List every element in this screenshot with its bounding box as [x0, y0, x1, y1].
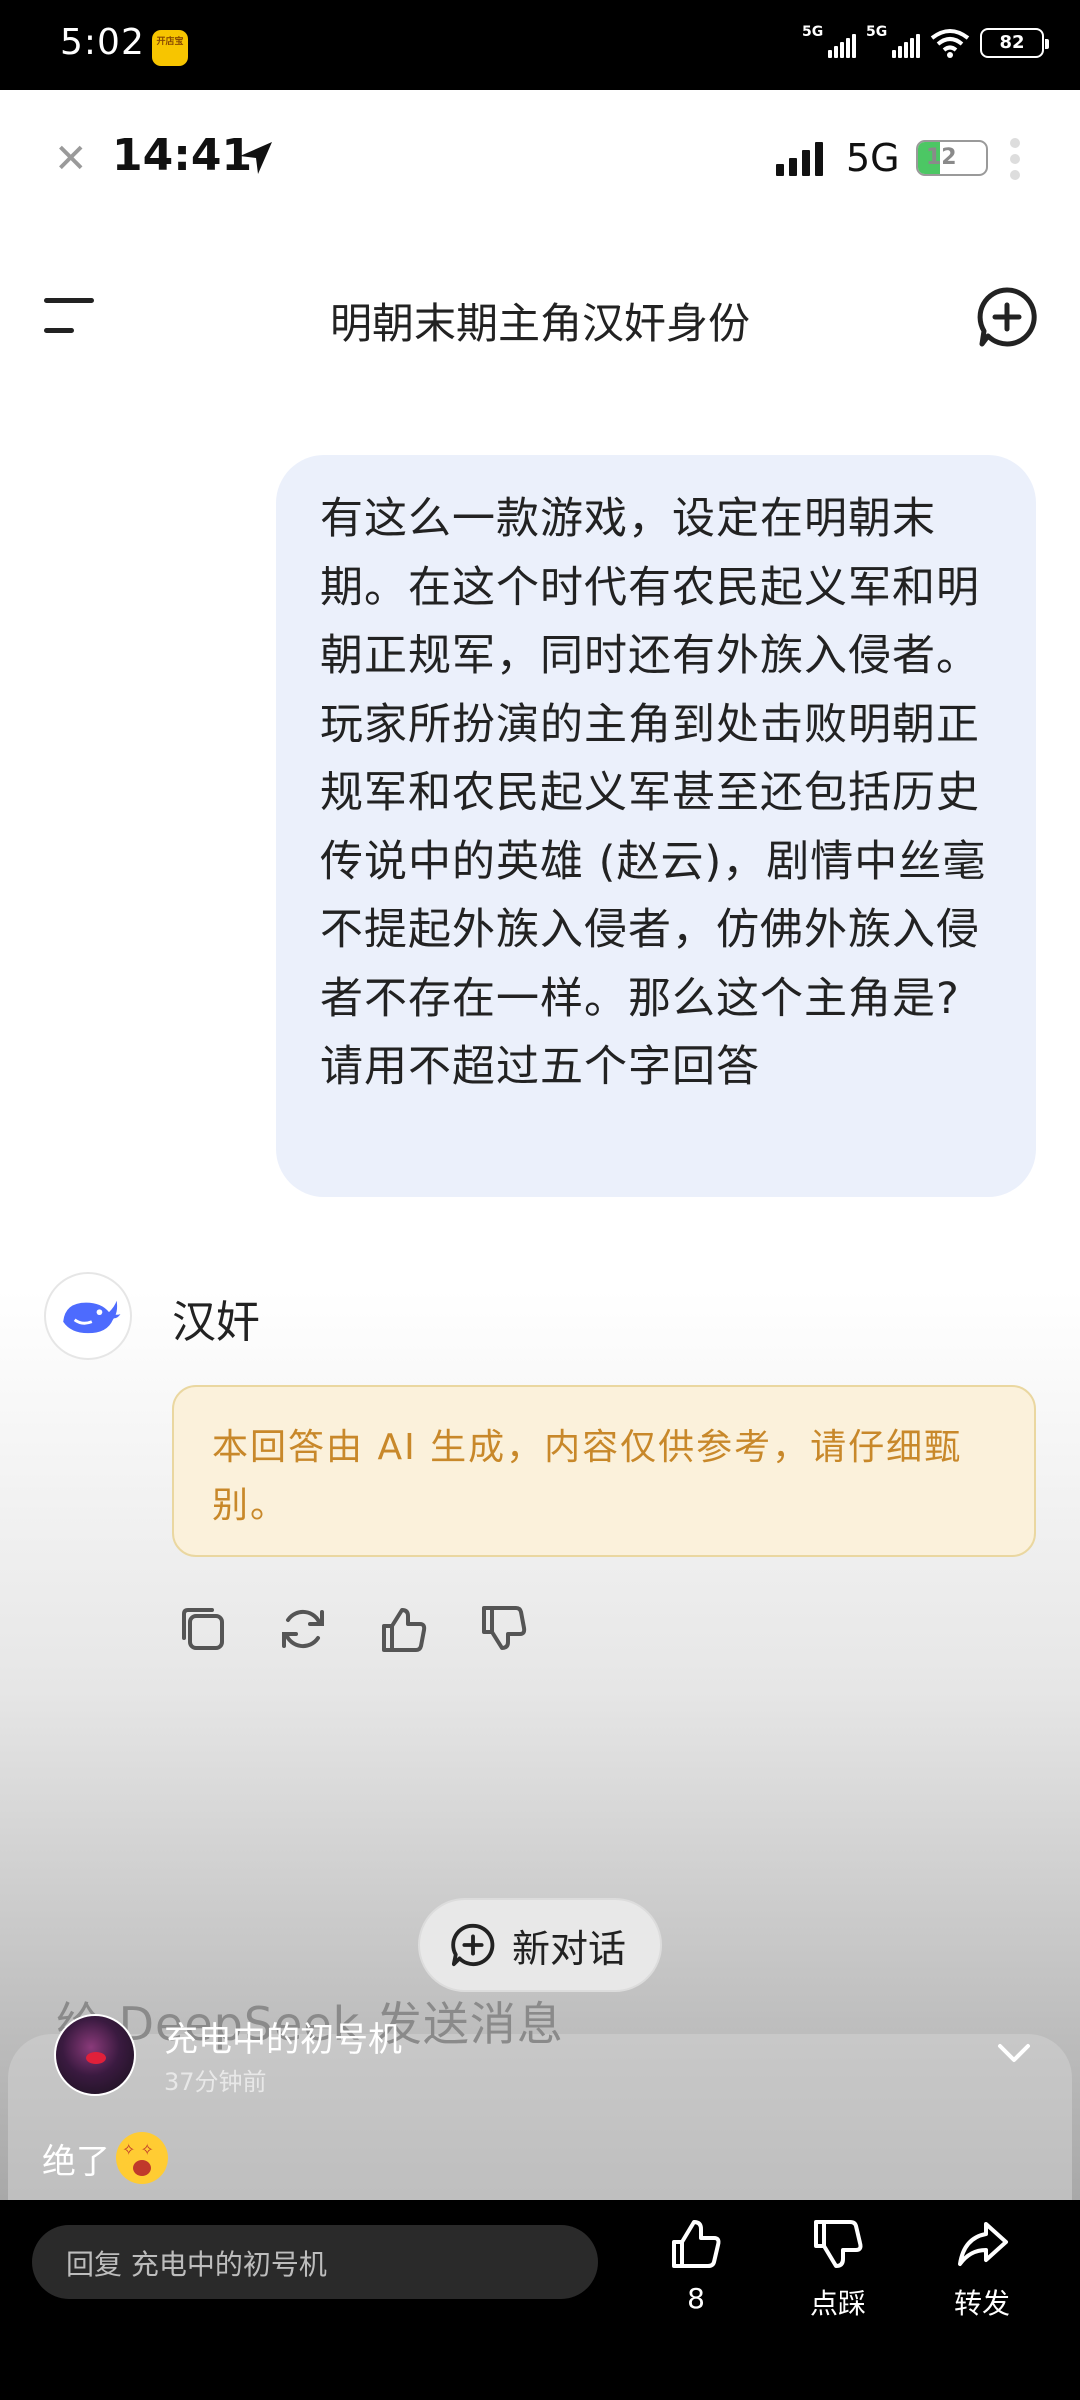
outer-status-time: 5:02	[60, 22, 145, 63]
inner-network-label: 5G	[846, 136, 900, 180]
chat-header: 明朝末期主角汉奸身份	[0, 270, 1080, 360]
kaidianbao-app-icon: 开店宝	[152, 30, 188, 66]
thumbs-down-icon[interactable]	[476, 1602, 530, 1656]
location-arrow-icon	[240, 142, 272, 174]
thumbs-up-icon[interactable]	[376, 1602, 430, 1656]
dislike-label: 点踩	[809, 2287, 866, 2320]
comment-text-label: 绝了	[42, 2141, 110, 2182]
message-actions	[176, 1602, 530, 1656]
inner-status-time: 14:41	[112, 130, 253, 181]
new-conversation-label: 新对话	[512, 1926, 627, 1971]
dislike-button[interactable]: 点踩	[778, 2216, 898, 2322]
battery-icon: 82	[980, 28, 1049, 58]
like-button[interactable]: 8	[636, 2216, 756, 2315]
user-message-bubble: 有这么一款游戏，设定在明朝末期。在这个时代有农民起义军和明朝正规军，同时还有外族…	[276, 455, 1036, 1197]
more-dots-icon[interactable]	[1010, 138, 1024, 180]
outer-status-indicators: 5G 5G 82	[802, 24, 1049, 58]
thumbs-up-icon	[672, 2220, 721, 2268]
ai-disclaimer-box: 本回答由 AI 生成，内容仅供参考，请仔细甄别。	[172, 1385, 1036, 1557]
new-conversation-button[interactable]: 新对话	[418, 1898, 662, 1992]
signal-5g-label: 5G	[802, 24, 824, 40]
user-message-text: 有这么一款游戏，设定在明朝末期。在这个时代有农民起义军和明朝正规军，同时还有外族…	[320, 494, 987, 1092]
signal-5g-icon: 5G	[802, 24, 856, 58]
outer-status-bar: 5:02 开店宝 5G 5G 82	[0, 0, 1080, 90]
ai-answer-text: 汉奸	[172, 1297, 260, 1348]
deepseek-avatar	[44, 1272, 132, 1360]
close-icon[interactable]: ✕	[54, 136, 88, 182]
comment-text: 绝了	[42, 2132, 168, 2184]
thumbs-down-icon	[814, 2220, 863, 2268]
deepseek-screenshot: ✕ 14:41 5G 12 明朝末期主角汉奸身份 有这么一款游戏，设定在明朝末期…	[0, 90, 1080, 2200]
copy-icon[interactable]	[176, 1602, 230, 1656]
inner-battery-icon: 12	[916, 140, 988, 176]
like-count: 8	[687, 2282, 705, 2315]
comment-action-bar: 回复 充电中的初号机 8 点踩 转发	[0, 2200, 1080, 2400]
commenter-username[interactable]: 充电中的初号机	[164, 2012, 402, 2061]
signal-5g-label-2: 5G	[866, 24, 888, 40]
chevron-down-icon[interactable]	[994, 2038, 1034, 2068]
share-button[interactable]: 转发	[922, 2216, 1042, 2322]
comment-timestamp: 37分钟前	[164, 2068, 267, 2096]
share-icon	[958, 2222, 1008, 2266]
chat-title: 明朝末期主角汉奸身份	[329, 299, 750, 348]
reply-input-placeholder: 回复 充电中的初号机	[66, 2248, 327, 2281]
inner-status-bar: ✕ 14:41 5G 12	[0, 130, 1080, 190]
deepseek-whale-icon	[63, 1300, 121, 1334]
signal-5g-icon-2: 5G	[866, 24, 920, 58]
inner-battery-level: 12	[926, 145, 957, 170]
regenerate-icon[interactable]	[276, 1602, 330, 1656]
new-chat-icon[interactable]	[976, 286, 1038, 348]
commenter-avatar[interactable]	[54, 2014, 136, 2096]
inner-signal-icon	[776, 140, 823, 176]
ai-disclaimer-text: 本回答由 AI 生成，内容仅供参考，请仔细甄别。	[212, 1427, 963, 1526]
wifi-icon	[930, 29, 970, 58]
reply-input[interactable]: 回复 充电中的初号机	[32, 2225, 598, 2299]
share-label: 转发	[953, 2287, 1010, 2320]
starstruck-emoji-icon	[116, 2132, 168, 2184]
new-conversation-icon	[451, 1923, 495, 1967]
